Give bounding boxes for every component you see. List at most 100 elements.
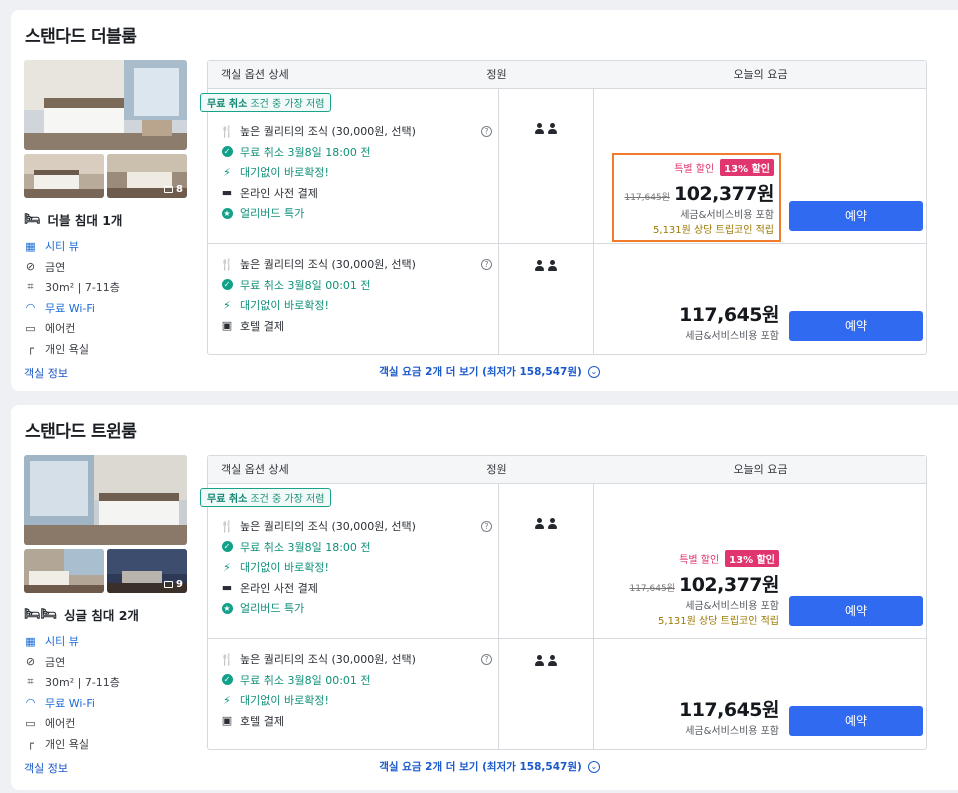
header-price: 오늘의 요금: [733, 68, 788, 81]
occupancy: [498, 89, 594, 243]
option-breakfast: 🍴 높은 퀄리티의 조식 (30,000원, 선택)?: [220, 121, 498, 142]
ribbon-bold: 무료 취소: [207, 99, 248, 110]
help-icon[interactable]: ?: [481, 258, 492, 270]
room-photos[interactable]: 9: [24, 455, 187, 593]
room-thumbnail[interactable]: [24, 154, 104, 198]
option-text: 대기없이 바로확정!: [240, 561, 329, 575]
option-text[interactable]: 무료 취소 3월8일 00:01 전: [240, 277, 371, 293]
amenity-aircon: ▭ 에어컨: [24, 318, 204, 339]
header-option: 객실 옵션 상세: [221, 68, 289, 81]
option-instant-confirm: ⚡ 대기없이 바로확정!: [221, 557, 498, 578]
amenity-label: 에어컨: [45, 717, 76, 731]
reserve-button[interactable]: 예약: [789, 706, 923, 736]
option-payment: ▬ 온라인 사전 결제: [221, 183, 498, 204]
original-price: 117,645원: [629, 584, 675, 594]
room-size-icon: ⌗: [27, 280, 34, 294]
discount-price-box: 특별 할인 13% 할인 117,645원 102,377원 세금&서비스비용 …: [612, 153, 781, 242]
option-early-bird: ★ 얼리버드 특가: [221, 203, 498, 224]
amenity-label: 무료 Wi-Fi: [45, 696, 95, 710]
option-text: 높은 퀄리티의 조식 (30,000원, 선택): [240, 653, 416, 667]
check-icon: ✓: [221, 279, 233, 291]
option-instant-confirm: ⚡ 대기없이 바로확정!: [221, 162, 498, 183]
amenity-label: 무료 Wi-Fi: [45, 301, 95, 315]
amenity-label: 30m² | 7-11층: [45, 676, 120, 690]
more-rates-link[interactable]: 객실 요금 2개 더 보기 (최저가 158,547원) ⌄: [11, 759, 958, 774]
option-text[interactable]: 무료 취소 3월8일 00:01 전: [240, 672, 371, 688]
two-adults-icon: [535, 123, 557, 243]
option-payment: ▬ 온라인 사전 결제: [221, 578, 498, 599]
room-thumbnail-more[interactable]: 9: [107, 549, 187, 593]
photo-count-value: 8: [176, 184, 183, 195]
price: 117,645원: [678, 304, 780, 326]
lightning-icon: ⚡: [223, 298, 231, 312]
option-free-cancel: ✓ 무료 취소 3월8일 00:01 전: [221, 275, 498, 296]
photo-count: 9: [164, 579, 183, 590]
option-text: 대기없이 바로확정!: [240, 166, 329, 180]
amenity-bathroom: ┌ 개인 욕실: [24, 339, 204, 360]
two-adults-icon: [535, 260, 557, 354]
main-room-photo[interactable]: [24, 60, 187, 150]
check-icon: ✓: [221, 541, 233, 553]
option-instant-confirm: ⚡ 대기없이 바로확정!: [221, 295, 498, 316]
room-thumbnail[interactable]: [24, 549, 104, 593]
city-view-icon: ▦: [25, 634, 36, 648]
occupancy: [498, 244, 594, 354]
more-rates-label[interactable]: 객실 요금 2개 더 보기 (최저가 158,547원): [379, 366, 582, 378]
option-text[interactable]: 무료 취소 3월8일 18:00 전: [240, 539, 371, 555]
help-icon[interactable]: ?: [481, 520, 492, 532]
amenity-non-smoking: ⊘ 금연: [24, 652, 204, 673]
amenity-city-view: ▦ 시티 뷰: [24, 236, 204, 257]
wifi-icon: ◠: [25, 301, 36, 315]
reserve-button[interactable]: 예약: [789, 201, 923, 231]
amenity-wifi: ◠ 무료 Wi-Fi: [24, 693, 204, 714]
room-photos[interactable]: 8: [24, 60, 187, 198]
help-icon[interactable]: ?: [481, 653, 492, 665]
room-title: 스탠다드 더블룸: [25, 27, 137, 47]
wallet-icon: ▣: [221, 714, 233, 728]
two-adults-icon: [535, 518, 557, 638]
option-breakfast: 🍴 높은 퀄리티의 조식 (30,000원, 선택)?: [220, 516, 498, 537]
bed-icon: 🛏: [24, 212, 41, 227]
option-text: 얼리버드 특가: [240, 207, 305, 221]
tax-note: 세금&서비스비용 포함: [685, 601, 779, 612]
ribbon-bold: 무료 취소: [207, 494, 248, 505]
lightning-icon: ⚡: [223, 560, 231, 574]
help-icon[interactable]: ?: [481, 125, 492, 137]
amenity-label: 30m² | 7-11층: [45, 281, 120, 295]
amenity-label: 금연: [45, 655, 66, 669]
rate-row: 무료 취소 조건 중 가장 저렴 🍴 높은 퀄리티의 조식 (30,000원, 선…: [200, 89, 926, 244]
tripcoin-note: 5,131원 상당 트립코인 적립: [658, 616, 779, 627]
breakfast-icon: 🍴: [220, 257, 234, 271]
option-breakfast: 🍴 높은 퀄리티의 조식 (30,000원, 선택)?: [220, 649, 498, 670]
amenity-wifi: ◠ 무료 Wi-Fi: [24, 298, 204, 319]
chevron-down-icon[interactable]: ⌄: [587, 761, 600, 773]
chevron-down-icon[interactable]: ⌄: [587, 366, 600, 378]
main-room-photo[interactable]: [24, 455, 187, 545]
option-text: 높은 퀄리티의 조식 (30,000원, 선택): [240, 258, 416, 272]
amenity-label: 시티 뷰: [45, 240, 79, 254]
reserve-button[interactable]: 예약: [789, 311, 923, 341]
option-text: 대기없이 바로확정!: [240, 694, 329, 708]
rate-table-header: 객실 옵션 상세 정원 오늘의 요금: [208, 61, 926, 89]
photo-count-value: 9: [176, 579, 183, 590]
amenity-size-floor: ⌗ 30m² | 7-11층: [24, 672, 204, 693]
no-smoking-icon: ⊘: [25, 655, 36, 669]
price: 117,645원: [678, 699, 780, 721]
option-text: 온라인 사전 결제: [240, 581, 318, 595]
more-rates-link[interactable]: 객실 요금 2개 더 보기 (최저가 158,547원) ⌄: [11, 364, 958, 379]
price-box: 117,645원 세금&서비스비용 포함: [678, 300, 780, 342]
air-conditioner-icon: ▭: [25, 716, 36, 730]
option-text[interactable]: 무료 취소 3월8일 18:00 전: [240, 144, 371, 160]
amenity-bathroom: ┌ 개인 욕실: [24, 734, 204, 755]
breakfast-icon: 🍴: [220, 124, 234, 138]
photo-count: 8: [164, 184, 183, 195]
more-rates-label[interactable]: 객실 요금 2개 더 보기 (최저가 158,547원): [379, 761, 582, 773]
room-amenities: 🛏 더블 침대 1개 ▦ 시티 뷰 ⊘ 금연 ⌗ 30m² | 7-11층 ◠ 무료 W…: [24, 210, 204, 381]
special-discount-badge: 특별 할인: [674, 164, 715, 175]
option-text: 높은 퀄리티의 조식 (30,000원, 선택): [240, 520, 416, 534]
star-icon: ★: [221, 207, 233, 219]
option-free-cancel: ✓ 무료 취소 3월8일 18:00 전: [221, 537, 498, 558]
room-thumbnail-more[interactable]: 8: [107, 154, 187, 198]
reserve-button[interactable]: 예약: [789, 596, 923, 626]
option-text: 호텔 결제: [240, 319, 284, 333]
